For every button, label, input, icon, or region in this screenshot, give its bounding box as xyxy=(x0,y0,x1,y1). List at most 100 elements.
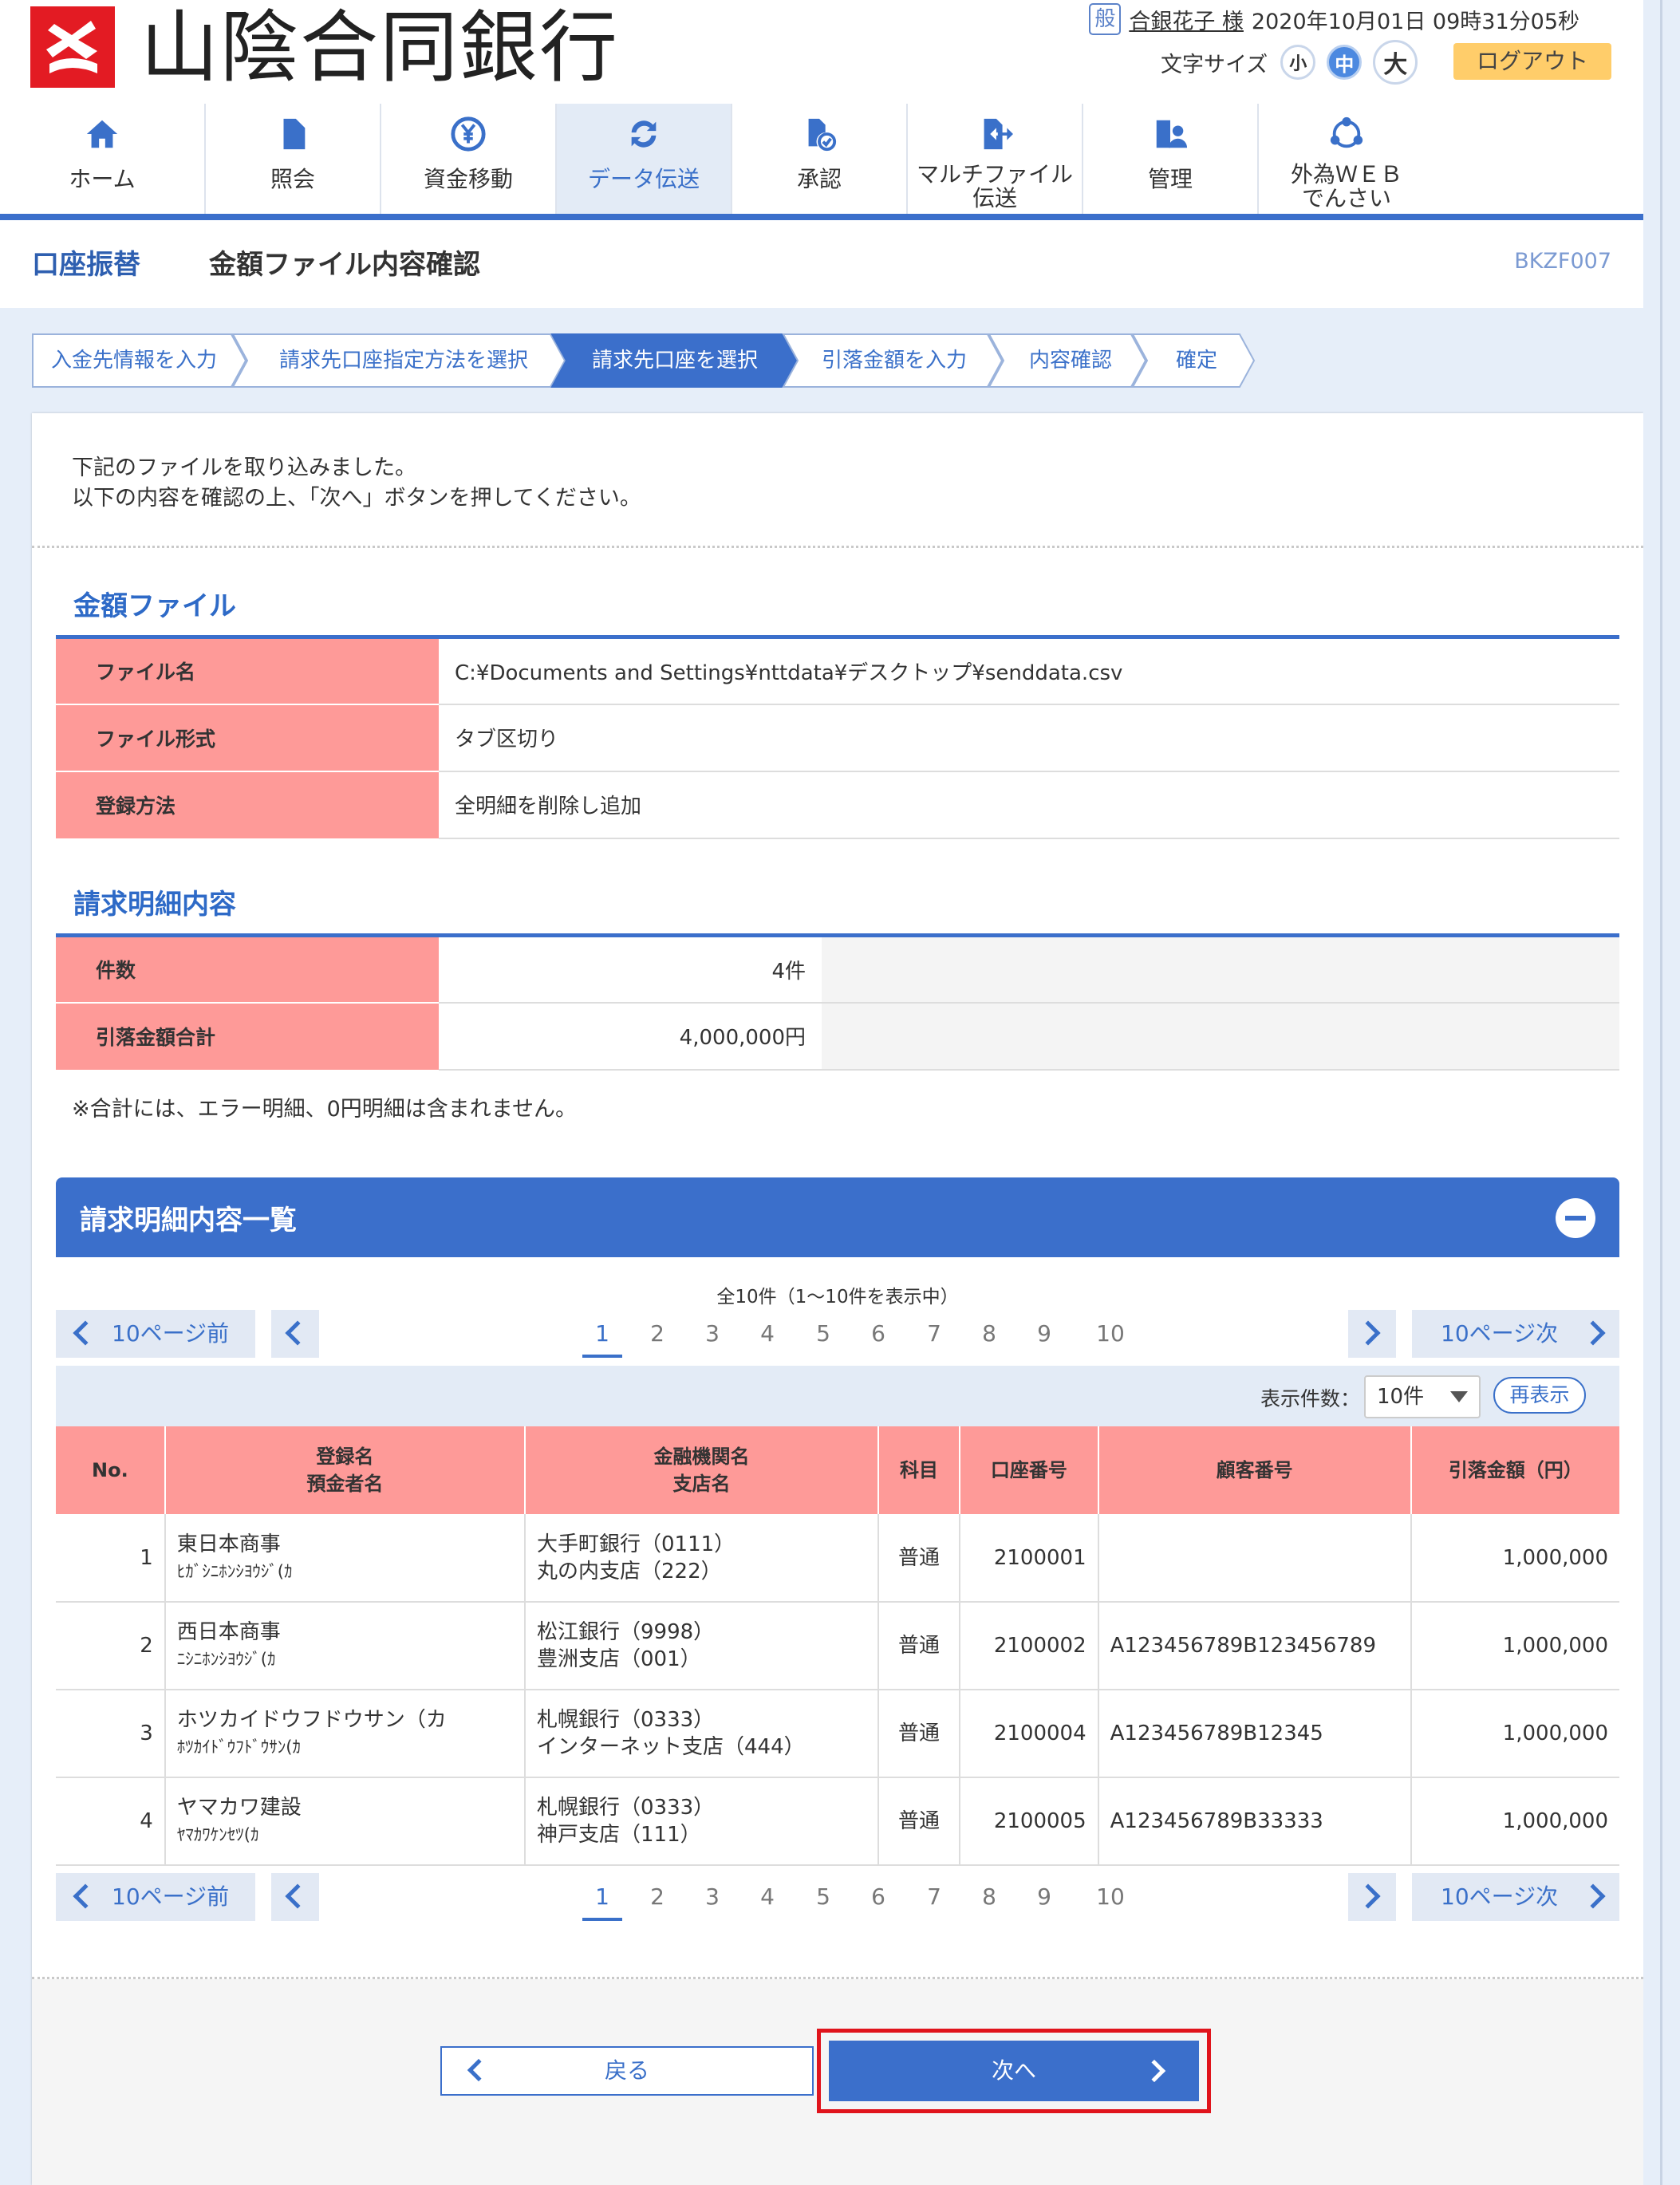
font-size-small-button[interactable]: 小 xyxy=(1280,45,1316,80)
nav-label: 照会 xyxy=(270,166,315,192)
nav-item-home[interactable]: ホーム xyxy=(0,104,206,214)
page-3[interactable]: 3 xyxy=(692,1873,732,1921)
row-amount: 1,000,000 xyxy=(1410,1514,1619,1603)
pager-bottom: 10ページ前 1 2 3 4 5 6 7 8 9 10 10ページ次 xyxy=(56,1873,1619,1921)
nav-item-approval[interactable]: 承認 xyxy=(732,104,908,214)
row-name: ホツカイドウフドウサン（カ ﾎﾂｶｲﾄﾞｳﾌﾄﾞｳｻﾝ(ｶ xyxy=(164,1690,525,1778)
col-registered-name-line1: 登録名 xyxy=(316,1445,374,1468)
row-name: ヤマカワ建設 ﾔﾏｶﾜｹﾝｾﾂ(ｶ xyxy=(164,1777,525,1866)
row-branch-name: インターネット支店（444） xyxy=(536,1735,805,1759)
prev-10-pages-label: 10ページ前 xyxy=(112,1883,230,1910)
step-5: 内容確認 xyxy=(1029,349,1113,373)
page-5[interactable]: 5 xyxy=(803,1873,843,1921)
page-8[interactable]: 8 xyxy=(969,1873,1009,1921)
prev-10-pages-button[interactable]: 10ページ前 xyxy=(56,1310,255,1358)
next-10-pages-button[interactable]: 10ページ次 xyxy=(1412,1873,1619,1921)
registration-method-value: 全明細を削除し追加 xyxy=(439,771,1619,839)
row-depositor-name: ﾋｶﾞｼﾆﾎﾝｼﾖｳｼﾞ(ｶ xyxy=(176,1561,293,1581)
user-info: 般 合銀花子 様 2020年10月01日 09時31分05秒 xyxy=(1089,3,1579,35)
nav-item-inquiry[interactable]: 照会 xyxy=(206,104,381,214)
page-6[interactable]: 6 xyxy=(858,1873,898,1921)
nav-item-data-transfer[interactable]: データ伝送 xyxy=(557,104,732,214)
next-10-pages-label: 10ページ次 xyxy=(1441,1883,1559,1910)
next-page-button[interactable] xyxy=(1348,1310,1396,1358)
user-name-link[interactable]: 合銀花子 様 xyxy=(1129,4,1244,35)
font-size-medium-button[interactable]: 中 xyxy=(1327,45,1363,80)
col-amount: 引落金額（円） xyxy=(1410,1426,1619,1514)
page-7[interactable]: 7 xyxy=(914,1310,954,1358)
yen-transfer-icon xyxy=(450,112,487,156)
row-branch-name: 神戸支店（111） xyxy=(536,1823,701,1847)
col-no: No. xyxy=(56,1426,165,1514)
page-9[interactable]: 9 xyxy=(1024,1873,1064,1921)
row-bank-name: 松江銀行（9998） xyxy=(536,1620,715,1644)
row-account: 2100001 xyxy=(959,1514,1098,1603)
back-button[interactable]: 戻る xyxy=(440,2046,814,2096)
row-bank-name: 大手町銀行（0111） xyxy=(536,1532,735,1556)
prev-page-button[interactable] xyxy=(271,1873,319,1921)
row-registered-name: 西日本商事 xyxy=(176,1620,281,1644)
prev-10-pages-button[interactable]: 10ページ前 xyxy=(56,1873,255,1921)
nav-label: マルチファイル 伝送 xyxy=(916,161,1073,211)
chevron-right-icon xyxy=(1580,1883,1606,1909)
page-category: 口座振替 xyxy=(32,249,140,281)
action-area: 戻る 次へ xyxy=(32,1979,1643,2185)
page-1[interactable]: 1 xyxy=(582,1310,622,1358)
step-2: 請求先口座指定方法を選択 xyxy=(279,349,529,373)
page-7[interactable]: 7 xyxy=(914,1873,954,1921)
row-no: 2 xyxy=(56,1602,165,1690)
nav-item-admin[interactable]: 管理 xyxy=(1083,104,1259,214)
display-count-select[interactable]: 10件 xyxy=(1364,1375,1481,1418)
nav-item-fund-transfer[interactable]: 資金移動 xyxy=(381,104,557,214)
redisplay-button[interactable]: 再表示 xyxy=(1493,1377,1586,1414)
login-datetime: 2020年10月01日 09時31分05秒 xyxy=(1251,9,1579,34)
next-10-pages-button[interactable]: 10ページ次 xyxy=(1412,1310,1619,1358)
registration-method-label: 登録方法 xyxy=(56,771,439,838)
font-size-large-button[interactable]: 大 xyxy=(1373,40,1418,85)
next-page-button[interactable] xyxy=(1348,1873,1396,1921)
user-role-badge: 般 xyxy=(1089,3,1122,35)
refresh-icon xyxy=(625,112,662,156)
back-button-label: 戻る xyxy=(604,2057,649,2084)
header: 山陰合同銀行 般 合銀花子 様 2020年10月01日 09時31分05秒 文字… xyxy=(0,0,1643,214)
display-count-label: 表示件数： xyxy=(1260,1387,1361,1410)
next-button[interactable]: 次へ xyxy=(829,2041,1199,2101)
page-4[interactable]: 4 xyxy=(747,1873,787,1921)
bank-name: 山陰合同銀行 xyxy=(140,2,620,93)
row-customer: A123456789B33333 xyxy=(1097,1777,1411,1866)
row-type: 普通 xyxy=(877,1602,960,1690)
prev-page-button[interactable] xyxy=(271,1310,319,1358)
page-4[interactable]: 4 xyxy=(747,1310,787,1358)
logout-button[interactable]: ログアウト xyxy=(1453,43,1611,80)
billing-list-accordion-header[interactable]: 請求明細内容一覧 xyxy=(56,1177,1619,1257)
chevron-left-icon xyxy=(285,1320,310,1346)
row-bank: 札幌銀行（0333） 神戸支店（111） xyxy=(523,1777,879,1866)
row-amount: 1,000,000 xyxy=(1410,1690,1619,1778)
col-account: 口座番号 xyxy=(959,1426,1098,1514)
page-10[interactable]: 10 xyxy=(1086,1310,1134,1358)
page-9[interactable]: 9 xyxy=(1024,1310,1064,1358)
page-2[interactable]: 2 xyxy=(637,1310,677,1358)
table-row: 4 ヤマカワ建設 ﾔﾏｶﾜｹﾝｾﾂ(ｶ 札幌銀行（0333） 神戸支店（111） 普… xyxy=(56,1777,1619,1866)
page-3[interactable]: 3 xyxy=(692,1310,732,1358)
file-format-value: タブ区切り xyxy=(439,704,1619,772)
page-6[interactable]: 6 xyxy=(858,1310,898,1358)
chevron-right-icon xyxy=(1142,2059,1166,2083)
step-4: 引落金額を入力 xyxy=(822,349,968,373)
billing-list-heading: 請求明細内容一覧 xyxy=(80,1205,297,1236)
page-10[interactable]: 10 xyxy=(1086,1873,1134,1921)
pager-top: 10ページ前 1 2 3 4 5 6 7 8 9 10 10ページ次 xyxy=(56,1310,1619,1358)
nav-item-foreign-web-densai[interactable]: 外為ＷＥＢ でんさい xyxy=(1259,104,1434,214)
page-2[interactable]: 2 xyxy=(637,1873,677,1921)
prev-10-pages-label: 10ページ前 xyxy=(112,1320,230,1347)
row-branch-name: 丸の内支店（222） xyxy=(536,1559,722,1584)
row-type: 普通 xyxy=(877,1514,960,1603)
page-8[interactable]: 8 xyxy=(969,1310,1009,1358)
chevron-left-icon xyxy=(73,1320,98,1346)
page-1[interactable]: 1 xyxy=(582,1873,622,1921)
nav-item-multi-file-transfer[interactable]: マルチファイル 伝送 xyxy=(908,104,1083,214)
collapse-minus-icon[interactable] xyxy=(1556,1198,1595,1238)
row-bank: 松江銀行（9998） 豊洲支店（001） xyxy=(523,1602,879,1690)
amount-file-heading: 金額ファイル xyxy=(73,590,236,622)
page-5[interactable]: 5 xyxy=(803,1310,843,1358)
